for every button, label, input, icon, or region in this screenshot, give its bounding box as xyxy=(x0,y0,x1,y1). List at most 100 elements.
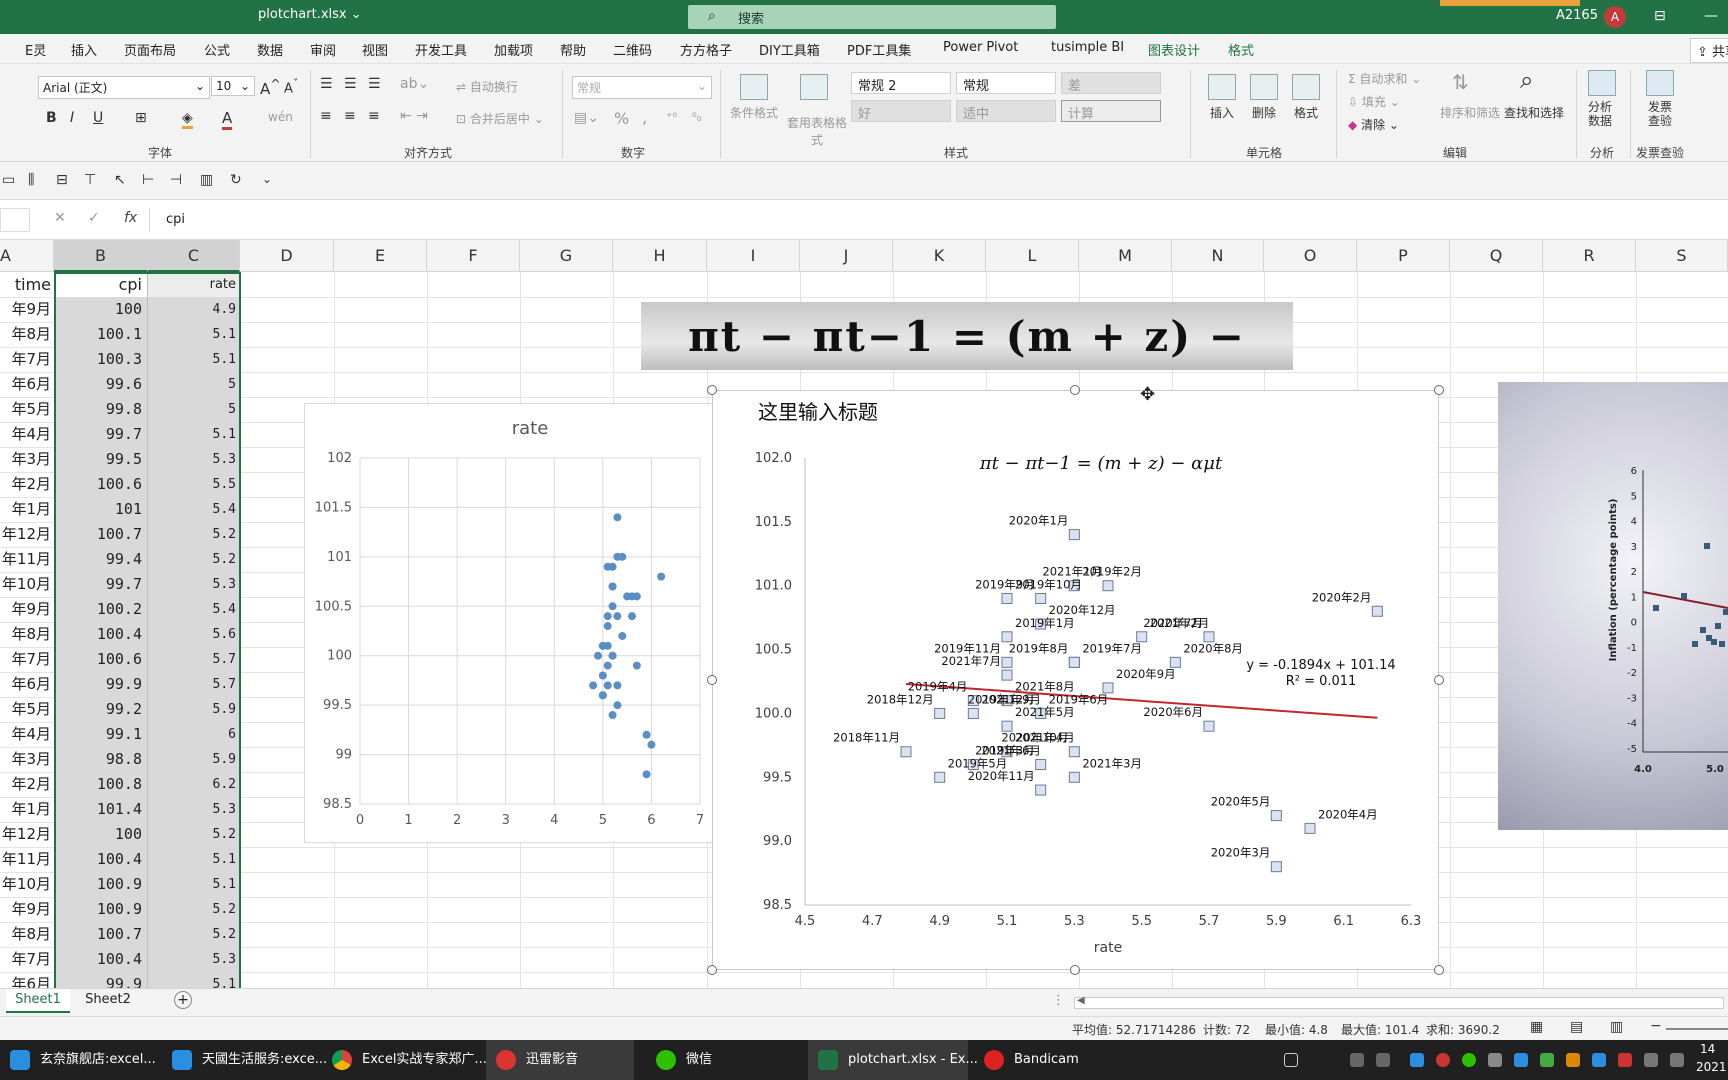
tab-sheet1[interactable]: Sheet1 xyxy=(6,989,70,1013)
zoom-out-icon[interactable]: − xyxy=(1650,1018,1662,1034)
header-rate[interactable]: rate xyxy=(148,272,240,297)
tray-app-8-icon[interactable] xyxy=(1592,1053,1606,1067)
column-header-c[interactable]: C xyxy=(148,240,240,272)
cell-cpi[interactable]: 101 xyxy=(54,497,148,522)
taskbar-item-6[interactable]: plotchart.xlsx - Ex... xyxy=(808,1040,978,1080)
share-button[interactable]: ⇪ 共享 xyxy=(1690,38,1728,63)
fill-button[interactable]: ⇩ 填充 ⌄ xyxy=(1348,93,1400,110)
cell-cpi[interactable]: 100.7 xyxy=(54,922,148,947)
style-good[interactable]: 好 xyxy=(851,100,951,122)
normal-view-icon[interactable]: ▦ xyxy=(1530,1019,1543,1035)
cell-rate[interactable]: 5.3 xyxy=(148,447,240,472)
column-header-q[interactable]: Q xyxy=(1450,240,1543,272)
cell-cpi[interactable]: 100.9 xyxy=(54,872,148,897)
cell-rate[interactable]: 5.9 xyxy=(148,697,240,722)
cell-rate[interactable]: 5.3 xyxy=(148,797,240,822)
cell-cpi[interactable]: 99.6 xyxy=(54,372,148,397)
tab-format[interactable]: 格式 xyxy=(1228,40,1254,59)
format-cells-label[interactable]: 格式 xyxy=(1294,104,1318,121)
cell-time[interactable]: 年5月 xyxy=(0,397,54,422)
cell-rate[interactable]: 5.9 xyxy=(148,747,240,772)
cancel-icon[interactable]: ✕ xyxy=(54,210,66,226)
font-name-select[interactable]: Arial (正文) ⌄ xyxy=(38,76,210,99)
taskbar-item-7[interactable]: Bandicam xyxy=(974,1040,1114,1080)
cell-rate[interactable]: 5.1 xyxy=(148,422,240,447)
cell-rate[interactable]: 5.1 xyxy=(148,322,240,347)
resize-handle-tm[interactable] xyxy=(1070,385,1080,395)
cell-time[interactable]: 年6月 xyxy=(0,972,54,988)
font-size-select[interactable]: 10 ⌄ xyxy=(211,76,255,96)
cell-cpi[interactable]: 100.8 xyxy=(54,772,148,797)
cell-rate[interactable]: 5.7 xyxy=(148,672,240,697)
cell-time[interactable]: 年3月 xyxy=(0,447,54,472)
column-header-s[interactable]: S xyxy=(1636,240,1728,272)
tray-app-7-icon[interactable] xyxy=(1566,1053,1580,1067)
cell-cpi[interactable]: 99.2 xyxy=(54,697,148,722)
tab-fangfang[interactable]: 方方格子 xyxy=(680,40,732,59)
column-header-r[interactable]: R xyxy=(1543,240,1636,272)
cell-rate[interactable]: 6 xyxy=(148,722,240,747)
column-header-h[interactable]: H xyxy=(613,240,707,272)
cell-cpi[interactable]: 99.9 xyxy=(54,972,148,988)
cell-rate[interactable]: 5.2 xyxy=(148,922,240,947)
column-header-p[interactable]: P xyxy=(1357,240,1450,272)
tray-app-9-icon[interactable] xyxy=(1618,1053,1632,1067)
page-layout-view-icon[interactable]: ▤ xyxy=(1570,1019,1583,1035)
cell-time[interactable]: 年8月 xyxy=(0,322,54,347)
orientation-icon[interactable]: ab⌄ xyxy=(400,76,429,92)
cell-rate[interactable]: 5.2 xyxy=(148,547,240,572)
resize-handle-bm[interactable] xyxy=(1070,965,1080,975)
invoice-check-icon[interactable] xyxy=(1646,70,1674,96)
cell-time[interactable]: 年10月 xyxy=(0,872,54,897)
tab-pdf-tools[interactable]: PDF工具集 xyxy=(847,40,911,59)
cell-cpi[interactable]: 100 xyxy=(54,297,148,322)
shrink-font-icon[interactable]: Aˇ xyxy=(284,77,298,96)
invoice-check-label[interactable]: 发票查验 xyxy=(1648,100,1678,128)
column-header-g[interactable]: G xyxy=(520,240,613,272)
tab-splitter-icon[interactable]: ⋮ xyxy=(1052,993,1065,1008)
formula-input[interactable]: cpi xyxy=(166,212,185,227)
table-format-icon[interactable] xyxy=(800,74,828,100)
resize-handle-mr[interactable] xyxy=(1434,675,1444,685)
align-center-icon[interactable]: ≡ xyxy=(344,108,356,124)
align-center-h-icon[interactable]: ⊟ xyxy=(56,172,68,188)
cell-time[interactable]: 年11月 xyxy=(0,547,54,572)
cell-time[interactable]: 年3月 xyxy=(0,747,54,772)
cell-cpi[interactable]: 99.9 xyxy=(54,672,148,697)
header-time[interactable]: time xyxy=(0,272,54,297)
tab-data[interactable]: 数据 xyxy=(257,40,283,59)
confirm-icon[interactable]: ✓ xyxy=(88,210,100,226)
cell-cpi[interactable]: 100.3 xyxy=(54,347,148,372)
column-header-k[interactable]: K xyxy=(893,240,986,272)
cell-cpi[interactable]: 100.2 xyxy=(54,597,148,622)
cell-cpi[interactable]: 99.1 xyxy=(54,722,148,747)
insert-cells-icon[interactable] xyxy=(1208,74,1236,100)
style-calculation[interactable]: 计算 xyxy=(1061,100,1161,122)
cell-rate[interactable]: 5.2 xyxy=(148,897,240,922)
find-select-icon[interactable]: ⌕ xyxy=(1520,66,1533,94)
cell-time[interactable]: 年10月 xyxy=(0,572,54,597)
column-header-i[interactable]: I xyxy=(707,240,800,272)
cell-cpi[interactable]: 100.6 xyxy=(54,472,148,497)
cell-time[interactable]: 年7月 xyxy=(0,947,54,972)
tab-tusimple-bi[interactable]: tusimple BI xyxy=(1051,40,1124,55)
increase-decimal-icon[interactable]: ⁺⁰ xyxy=(666,110,677,124)
wrap-text-button[interactable]: ⇌ 自动换行 xyxy=(456,78,518,95)
conditional-format-icon[interactable] xyxy=(740,74,768,100)
cell-rate[interactable]: 5.1 xyxy=(148,972,240,988)
taskbar-item-3[interactable]: Excel实战专家郑广... xyxy=(322,1040,492,1080)
indent-icon[interactable]: ⇤ ⇥ xyxy=(400,108,428,124)
cell-time[interactable]: 年8月 xyxy=(0,622,54,647)
insert-cells-label[interactable]: 插入 xyxy=(1210,104,1234,121)
tab-page-layout[interactable]: 页面布局 xyxy=(124,40,176,59)
chart-icon[interactable]: ▥ xyxy=(200,172,213,188)
tray-app-10-icon[interactable] xyxy=(1644,1053,1658,1067)
cell-time[interactable]: 年12月 xyxy=(0,522,54,547)
tab-developer[interactable]: 开发工具 xyxy=(415,40,467,59)
align-right-obj-icon[interactable]: ⊣ xyxy=(170,172,182,188)
minimize-icon[interactable]: — xyxy=(1704,8,1718,24)
style-neutral[interactable]: 适中 xyxy=(956,100,1056,122)
cell-rate[interactable]: 5.1 xyxy=(148,872,240,897)
cell-rate[interactable]: 5.4 xyxy=(148,497,240,522)
select-objects-icon[interactable]: ▭ xyxy=(2,172,15,188)
